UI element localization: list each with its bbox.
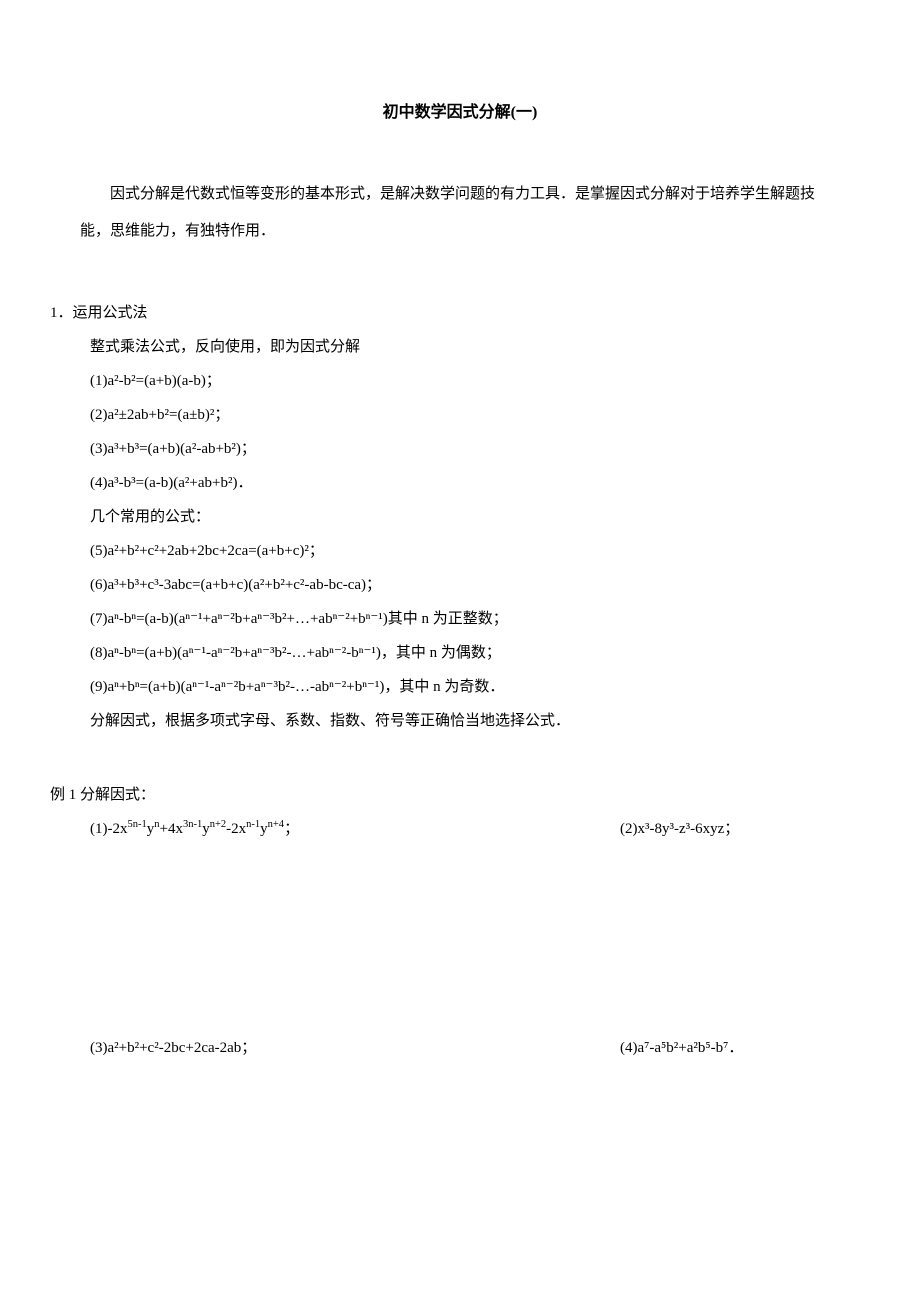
- formula-item-9: (9)aⁿ+bⁿ=(a+b)(aⁿ⁻¹-aⁿ⁻²b+aⁿ⁻³b²-…-abⁿ⁻²…: [90, 675, 870, 699]
- example-item-2: (2)x³-8y³-z³-6xyz；: [620, 817, 870, 841]
- section-1-content: 整式乘法公式，反向使用，即为因式分解 (1)a²-b²=(a+b)(a-b)； …: [50, 335, 870, 733]
- example-item-3: (3)a²+b²+c²-2bc+2ca-2ab；: [90, 1036, 620, 1060]
- page-title: 初中数学因式分解(一): [50, 100, 870, 126]
- formula-item-7: (7)aⁿ-bⁿ=(a-b)(aⁿ⁻¹+aⁿ⁻²b+aⁿ⁻³b²+…+abⁿ⁻²…: [90, 607, 870, 631]
- example-item-4: (4)a⁷-a⁵b²+a²b⁵-b⁷．: [620, 1036, 870, 1060]
- formula-item-3: (3)a³+b³=(a+b)(a²-ab+b²)；: [90, 437, 870, 461]
- formula-item-4: (4)a³-b³=(a-b)(a²+ab+b²)．: [90, 471, 870, 495]
- example-item-1: (1)-2x5n-1yn+4x3n-1yn+2-2xn-1yn+4；: [90, 817, 620, 841]
- example-1-heading: 例 1 分解因式：: [50, 783, 870, 807]
- formula-item-5: (5)a²+b²+c²+2ab+2bc+2ca=(a+b+c)²；: [90, 539, 870, 563]
- introduction-paragraph: 因式分解是代数式恒等变形的基本形式，是解决数学问题的有力工具．是掌握因式分解对于…: [50, 176, 870, 251]
- section-1-lead: 整式乘法公式，反向使用，即为因式分解: [90, 335, 870, 359]
- section-1-subheading: 几个常用的公式：: [90, 505, 870, 529]
- example-1-items: (1)-2x5n-1yn+4x3n-1yn+2-2xn-1yn+4； (2)x³…: [50, 817, 870, 1060]
- example-row: (3)a²+b²+c²-2bc+2ca-2ab； (4)a⁷-a⁵b²+a²b⁵…: [90, 1036, 870, 1060]
- section-1-heading: 1．运用公式法: [50, 301, 870, 325]
- formula-item-8: (8)aⁿ-bⁿ=(a+b)(aⁿ⁻¹-aⁿ⁻²b+aⁿ⁻³b²-…+abⁿ⁻²…: [90, 641, 870, 665]
- example-row: (1)-2x5n-1yn+4x3n-1yn+2-2xn-1yn+4； (2)x³…: [90, 817, 870, 841]
- formula-item-1: (1)a²-b²=(a+b)(a-b)；: [90, 369, 870, 393]
- formula-item-2: (2)a²±2ab+b²=(a±b)²；: [90, 403, 870, 427]
- formula-item-6: (6)a³+b³+c³-3abc=(a+b+c)(a²+b²+c²-ab-bc-…: [90, 573, 870, 597]
- section-1-tail: 分解因式，根据多项式字母、系数、指数、符号等正确恰当地选择公式．: [90, 709, 870, 733]
